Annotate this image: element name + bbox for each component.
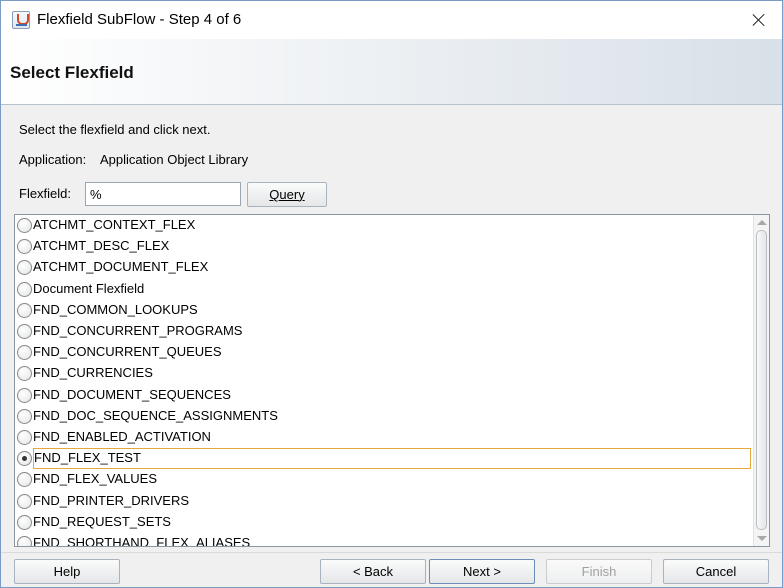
list-item[interactable]: FND_PRINTER_DRIVERS [15, 491, 753, 512]
cancel-button[interactable]: Cancel [663, 559, 769, 584]
list-item[interactable]: FND_DOC_SEQUENCE_ASSIGNMENTS [15, 406, 753, 427]
application-value: Application Object Library [100, 152, 249, 167]
radio-button-icon[interactable] [17, 218, 32, 233]
scroll-down-arrow-icon[interactable] [757, 536, 767, 541]
finish-button[interactable]: Finish [546, 559, 652, 584]
radio-button-icon[interactable] [17, 430, 32, 445]
java-app-icon [12, 11, 30, 29]
list-item-label: FND_ENABLED_ACTIVATION [33, 429, 211, 444]
list-item-label: FND_REQUEST_SETS [33, 513, 171, 529]
radio-button-icon[interactable] [17, 366, 32, 382]
radio-button-icon[interactable] [17, 493, 32, 509]
list-item-label: FND_COMMON_LOOKUPS [33, 301, 198, 317]
title-bar: Flexfield SubFlow - Step 4 of 6 [1, 1, 782, 39]
query-button[interactable]: Query [247, 182, 327, 207]
list-item[interactable]: ATCHMT_DESC_FLEX [15, 236, 753, 257]
list-item[interactable]: ATCHMT_CONTEXT_FLEX [15, 215, 753, 236]
dialog-window: Flexfield SubFlow - Step 4 of 6 Select F… [0, 0, 783, 588]
radio-button-icon[interactable] [17, 239, 32, 255]
list-item-label: FND_CONCURRENT_QUEUES [33, 344, 222, 360]
help-button-label: Help [53, 564, 81, 579]
list-item[interactable]: FND_REQUEST_SETS [15, 512, 753, 533]
radio-button-icon[interactable] [17, 260, 32, 276]
page-title: Select Flexfield [10, 63, 134, 82]
wizard-header: Select Flexfield [1, 39, 782, 105]
application-label: Application: [19, 152, 87, 167]
list-item[interactable]: ATCHMT_DOCUMENT_FLEX [15, 257, 753, 278]
radio-button-icon[interactable] [17, 324, 32, 339]
scrollbar-thumb[interactable] [756, 230, 767, 530]
list-item-label: FND_SHORTHAND_FLEX_ALIASES [33, 535, 251, 547]
radio-button-icon[interactable] [17, 472, 32, 488]
list-item[interactable]: FND_FLEX_VALUES [15, 469, 753, 490]
list-item[interactable]: FND_FLEX_TEST [15, 448, 753, 470]
finish-button-label: Finish [581, 564, 617, 579]
close-icon[interactable] [736, 1, 782, 39]
back-button-label: < Back [352, 564, 394, 579]
cancel-button-label: Cancel [695, 564, 737, 579]
footer-divider [1, 552, 782, 553]
list-item-label: FND_CURRENCIES [33, 365, 153, 381]
instruction-text: Select the flexfield and click next. [19, 122, 211, 137]
list-item[interactable]: FND_DOCUMENT_SEQUENCES [15, 385, 753, 406]
radio-button-icon[interactable] [17, 536, 32, 546]
list-item[interactable]: FND_CURRENCIES [15, 363, 753, 384]
flexfield-label: Flexfield: [19, 186, 72, 201]
query-button-label: Query [269, 187, 305, 202]
help-button[interactable]: Help [14, 559, 120, 584]
window-title: Flexfield SubFlow - Step 4 of 6 [37, 11, 242, 28]
flexfield-list[interactable]: ATCHMT_CONTEXT_FLEX ATCHMT_DESC_FLEX ATCHM… [14, 214, 770, 547]
list-item-label: Document Flexfield [33, 280, 145, 296]
radio-button-icon[interactable] [17, 451, 32, 467]
flexfield-input[interactable] [85, 182, 241, 206]
list-item-label: ATCHMT_DESC_FLEX [33, 238, 170, 254]
radio-button-icon[interactable] [17, 281, 32, 297]
back-button[interactable]: < Back [320, 559, 426, 584]
list-item-label: FND_DOC_SEQUENCE_ASSIGNMENTS [33, 407, 278, 423]
list-item[interactable]: FND_CONCURRENT_PROGRAMS [15, 321, 753, 342]
list-item[interactable]: Document Flexfield [15, 279, 753, 300]
radio-button-icon[interactable] [17, 408, 32, 424]
list-item[interactable]: FND_SHORTHAND_FLEX_ALIASES [15, 533, 753, 547]
radio-button-icon[interactable] [17, 345, 32, 361]
vertical-scrollbar[interactable] [753, 215, 769, 546]
next-button[interactable]: Next > [429, 559, 535, 584]
list-item-label: FND_CONCURRENT_PROGRAMS [33, 323, 243, 338]
list-item-label: FND_DOCUMENT_SEQUENCES [33, 386, 231, 402]
list-item[interactable]: FND_COMMON_LOOKUPS [15, 300, 753, 321]
list-item[interactable]: FND_CONCURRENT_QUEUES [15, 342, 753, 363]
list-item-label: ATCHMT_DOCUMENT_FLEX [33, 259, 209, 275]
list-item[interactable]: FND_ENABLED_ACTIVATION [15, 427, 753, 448]
list-item-label: FND_FLEX_VALUES [33, 471, 158, 487]
list-item-label: FND_FLEX_TEST [33, 448, 751, 470]
list-item-label: ATCHMT_CONTEXT_FLEX [33, 217, 196, 232]
next-button-label: Next > [463, 564, 501, 579]
radio-button-icon[interactable] [17, 514, 32, 530]
radio-button-icon[interactable] [17, 387, 32, 403]
scroll-up-arrow-icon[interactable] [757, 220, 767, 225]
list-item-label: FND_PRINTER_DRIVERS [33, 492, 190, 508]
radio-button-icon[interactable] [17, 302, 32, 318]
